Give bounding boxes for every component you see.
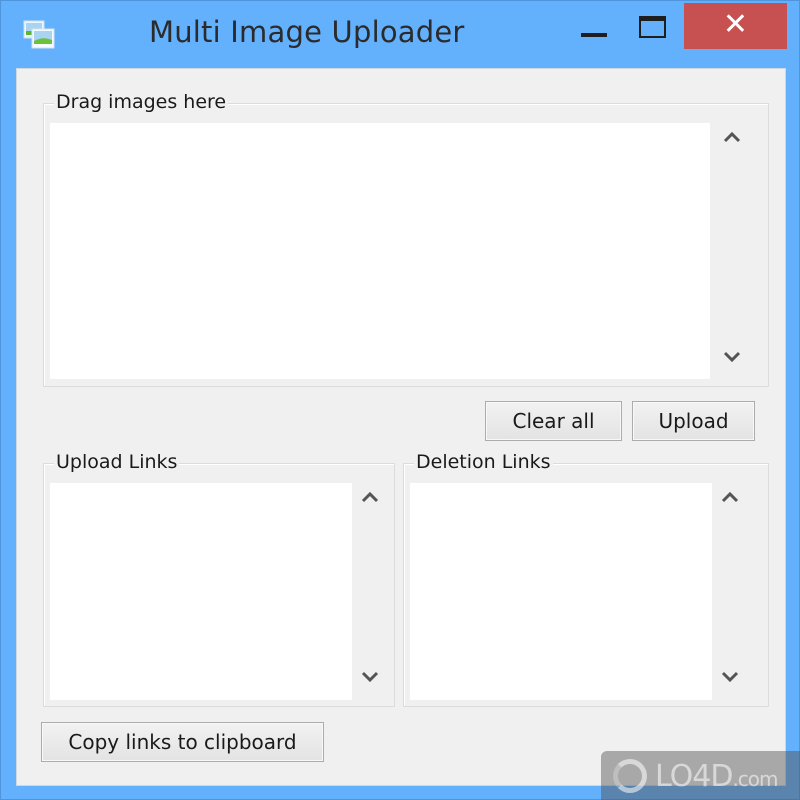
scroll-up-button[interactable] [714,131,750,155]
close-icon: ✕ [722,7,749,42]
upload-links-listbox[interactable] [50,483,352,700]
image-gallery-icon [23,20,55,49]
drag-listbox-scrollbar[interactable] [714,123,750,379]
maximize-icon [639,16,666,38]
refresh-logo-icon [613,759,647,793]
drag-images-label: Drag images here [54,91,229,113]
chevron-up-icon [723,131,741,143]
chevron-down-icon [721,671,739,683]
app-window: Multi Image Uploader ✕ Drag images here [0,0,800,800]
deletion-links-group: Deletion Links [403,451,769,707]
scroll-down-button[interactable] [714,351,750,375]
watermark-suffix: .com [732,767,778,791]
scroll-down-button[interactable] [352,671,388,695]
scroll-up-button[interactable] [712,491,748,515]
watermark-text: LO4D.com [655,759,779,794]
upload-links-scrollbar[interactable] [352,483,388,700]
window-title: Multi Image Uploader [149,15,465,49]
title-bar[interactable]: Multi Image Uploader ✕ [1,1,800,68]
deletion-links-scrollbar[interactable] [712,483,748,700]
chevron-up-icon [721,491,739,503]
clear-all-button[interactable]: Clear all [485,401,622,441]
deletion-links-listbox[interactable] [410,483,712,700]
chevron-down-icon [361,671,379,683]
deletion-links-label: Deletion Links [414,451,553,473]
chevron-up-icon [361,491,379,503]
drag-drop-listbox[interactable] [50,123,710,379]
copy-links-button[interactable]: Copy links to clipboard [41,722,324,762]
maximize-button[interactable] [631,3,675,49]
watermark: LO4D.com [601,751,800,800]
upload-links-label: Upload Links [54,451,180,473]
close-button[interactable]: ✕ [684,3,787,49]
minimize-icon [581,33,607,37]
chevron-down-icon [723,351,741,363]
drag-images-group: Drag images here [43,91,769,387]
scroll-up-button[interactable] [352,491,388,515]
upload-links-group: Upload Links [43,451,395,707]
watermark-brand: LO4D [655,759,733,794]
upload-button[interactable]: Upload [632,401,755,441]
minimize-button[interactable] [573,3,617,49]
scroll-down-button[interactable] [712,671,748,695]
client-area: Drag images here Clear all Upload Upload… [16,68,786,786]
